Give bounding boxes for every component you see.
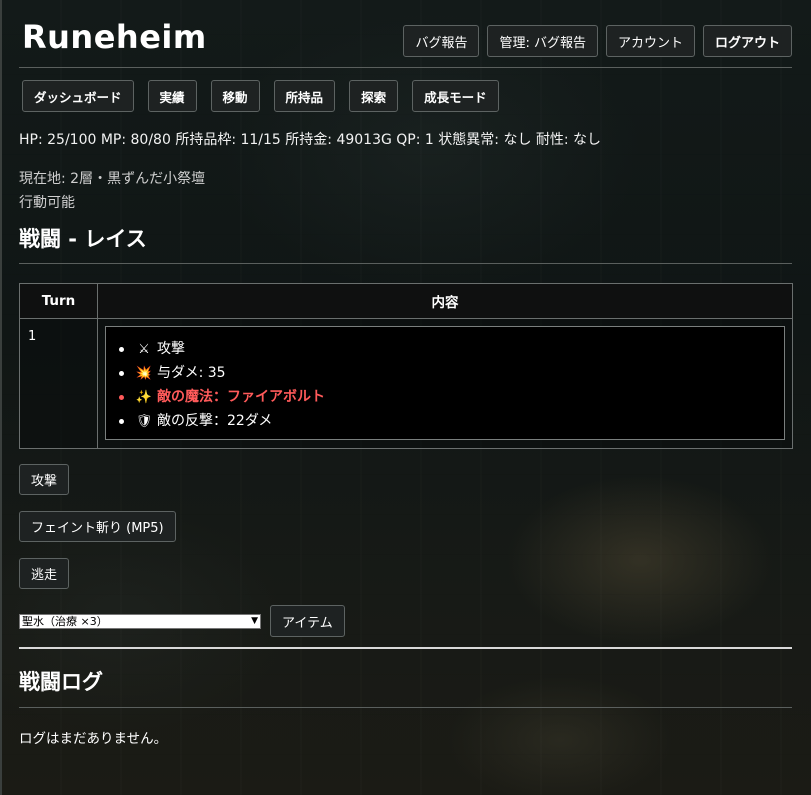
- status-line: HP: 25/100 MP: 80/80 所持品枠: 11/15 所持金: 49…: [19, 132, 602, 148]
- crossed-swords-icon: ⚔: [138, 342, 150, 357]
- header-buttons: バグ報告 管理: バグ報告 アカウント ログアウト: [403, 25, 792, 57]
- event-text: 攻撃: [157, 341, 185, 357]
- attack-button[interactable]: 攻撃: [19, 464, 70, 495]
- use-item-button[interactable]: アイテム: [270, 605, 345, 637]
- nav-achievements-button[interactable]: 実績: [147, 80, 197, 112]
- nav-growth-mode-button[interactable]: 成長モード: [412, 80, 499, 112]
- nav-dashboard-button[interactable]: ダッシュボード: [22, 80, 134, 112]
- battle-log-empty: ログはまだありません。: [19, 731, 168, 747]
- chevron-down-icon: ▼: [251, 616, 258, 626]
- turn-number: 1: [19, 318, 98, 449]
- turn-table: Turn 内容 1 ⚔ 攻撃 💥 与ダメ: 35 ✨ 敵の魔法：ファイアボルト 🛡 敵の反撃：…: [19, 283, 793, 449]
- divider: [19, 647, 792, 649]
- logout-button[interactable]: ログアウト: [702, 25, 792, 57]
- list-item: ⚔ 攻撃: [116, 337, 774, 361]
- header: Runeheim バグ報告 管理: バグ報告 アカウント ログアウト: [19, 0, 792, 68]
- shield-icon: 🛡: [135, 414, 153, 429]
- flee-button[interactable]: 逃走: [19, 558, 70, 589]
- nav-move-button[interactable]: 移動: [210, 80, 260, 112]
- main-nav: ダッシュボード 実績 移動 所持品 探索 成長モード: [19, 80, 792, 112]
- list-item: ✨ 敵の魔法：ファイアボルト: [116, 385, 774, 409]
- table-row: 1 ⚔ 攻撃 💥 与ダメ: 35 ✨ 敵の魔法：ファイアボルト 🛡 敵の反撃：22ダメ: [19, 318, 793, 449]
- damage-burst-icon: 💥: [135, 366, 153, 381]
- event-text: 与ダメ: 35: [157, 365, 226, 381]
- list-item: 💥 与ダメ: 35: [116, 361, 774, 385]
- turn-header: Turn: [19, 283, 98, 319]
- bug-report-button[interactable]: バグ報告: [403, 25, 480, 57]
- item-row: 聖水（治療 ×3） ▼ アイテム: [19, 605, 792, 637]
- event-list-box: ⚔ 攻撃 💥 与ダメ: 35 ✨ 敵の魔法：ファイアボルト 🛡 敵の反撃：22ダメ: [105, 326, 785, 440]
- event-text: 敵の反撃：22ダメ: [157, 413, 273, 429]
- nav-explore-button[interactable]: 探索: [349, 80, 399, 112]
- list-item: 🛡 敵の反撃：22ダメ: [116, 409, 774, 433]
- admin-bug-report-button[interactable]: 管理: バグ報告: [487, 25, 598, 57]
- content-header: 内容: [97, 283, 793, 319]
- action-state: 行動可能: [19, 195, 75, 211]
- turn-content: ⚔ 攻撃 💥 与ダメ: 35 ✨ 敵の魔法：ファイアボルト 🛡 敵の反撃：22ダメ: [97, 318, 793, 449]
- battle-log-title: 戦闘ログ: [19, 666, 792, 708]
- feint-slash-button[interactable]: フェイント斬り (MP5): [19, 511, 176, 542]
- location-info: 現在地: 2層・黒ずんだ小祭壇 行動可能: [19, 167, 792, 215]
- app-title: Runeheim: [22, 18, 207, 56]
- page: Runeheim バグ報告 管理: バグ報告 アカウント ログアウト ダッシュボ…: [0, 0, 811, 795]
- current-location: 現在地: 2層・黒ずんだ小祭壇: [19, 171, 206, 187]
- event-text: 敵の魔法：ファイアボルト: [157, 389, 325, 405]
- event-list: ⚔ 攻撃 💥 与ダメ: 35 ✨ 敵の魔法：ファイアボルト 🛡 敵の反撃：22ダメ: [116, 337, 774, 433]
- account-button[interactable]: アカウント: [605, 25, 695, 57]
- battle-title: 戦闘 - レイス: [19, 223, 792, 264]
- item-select[interactable]: 聖水（治療 ×3） ▼: [19, 613, 261, 629]
- nav-inventory-button[interactable]: 所持品: [273, 80, 336, 112]
- item-select-value: 聖水（治療 ×3）: [22, 615, 108, 628]
- sparkles-icon: ✨: [135, 390, 153, 405]
